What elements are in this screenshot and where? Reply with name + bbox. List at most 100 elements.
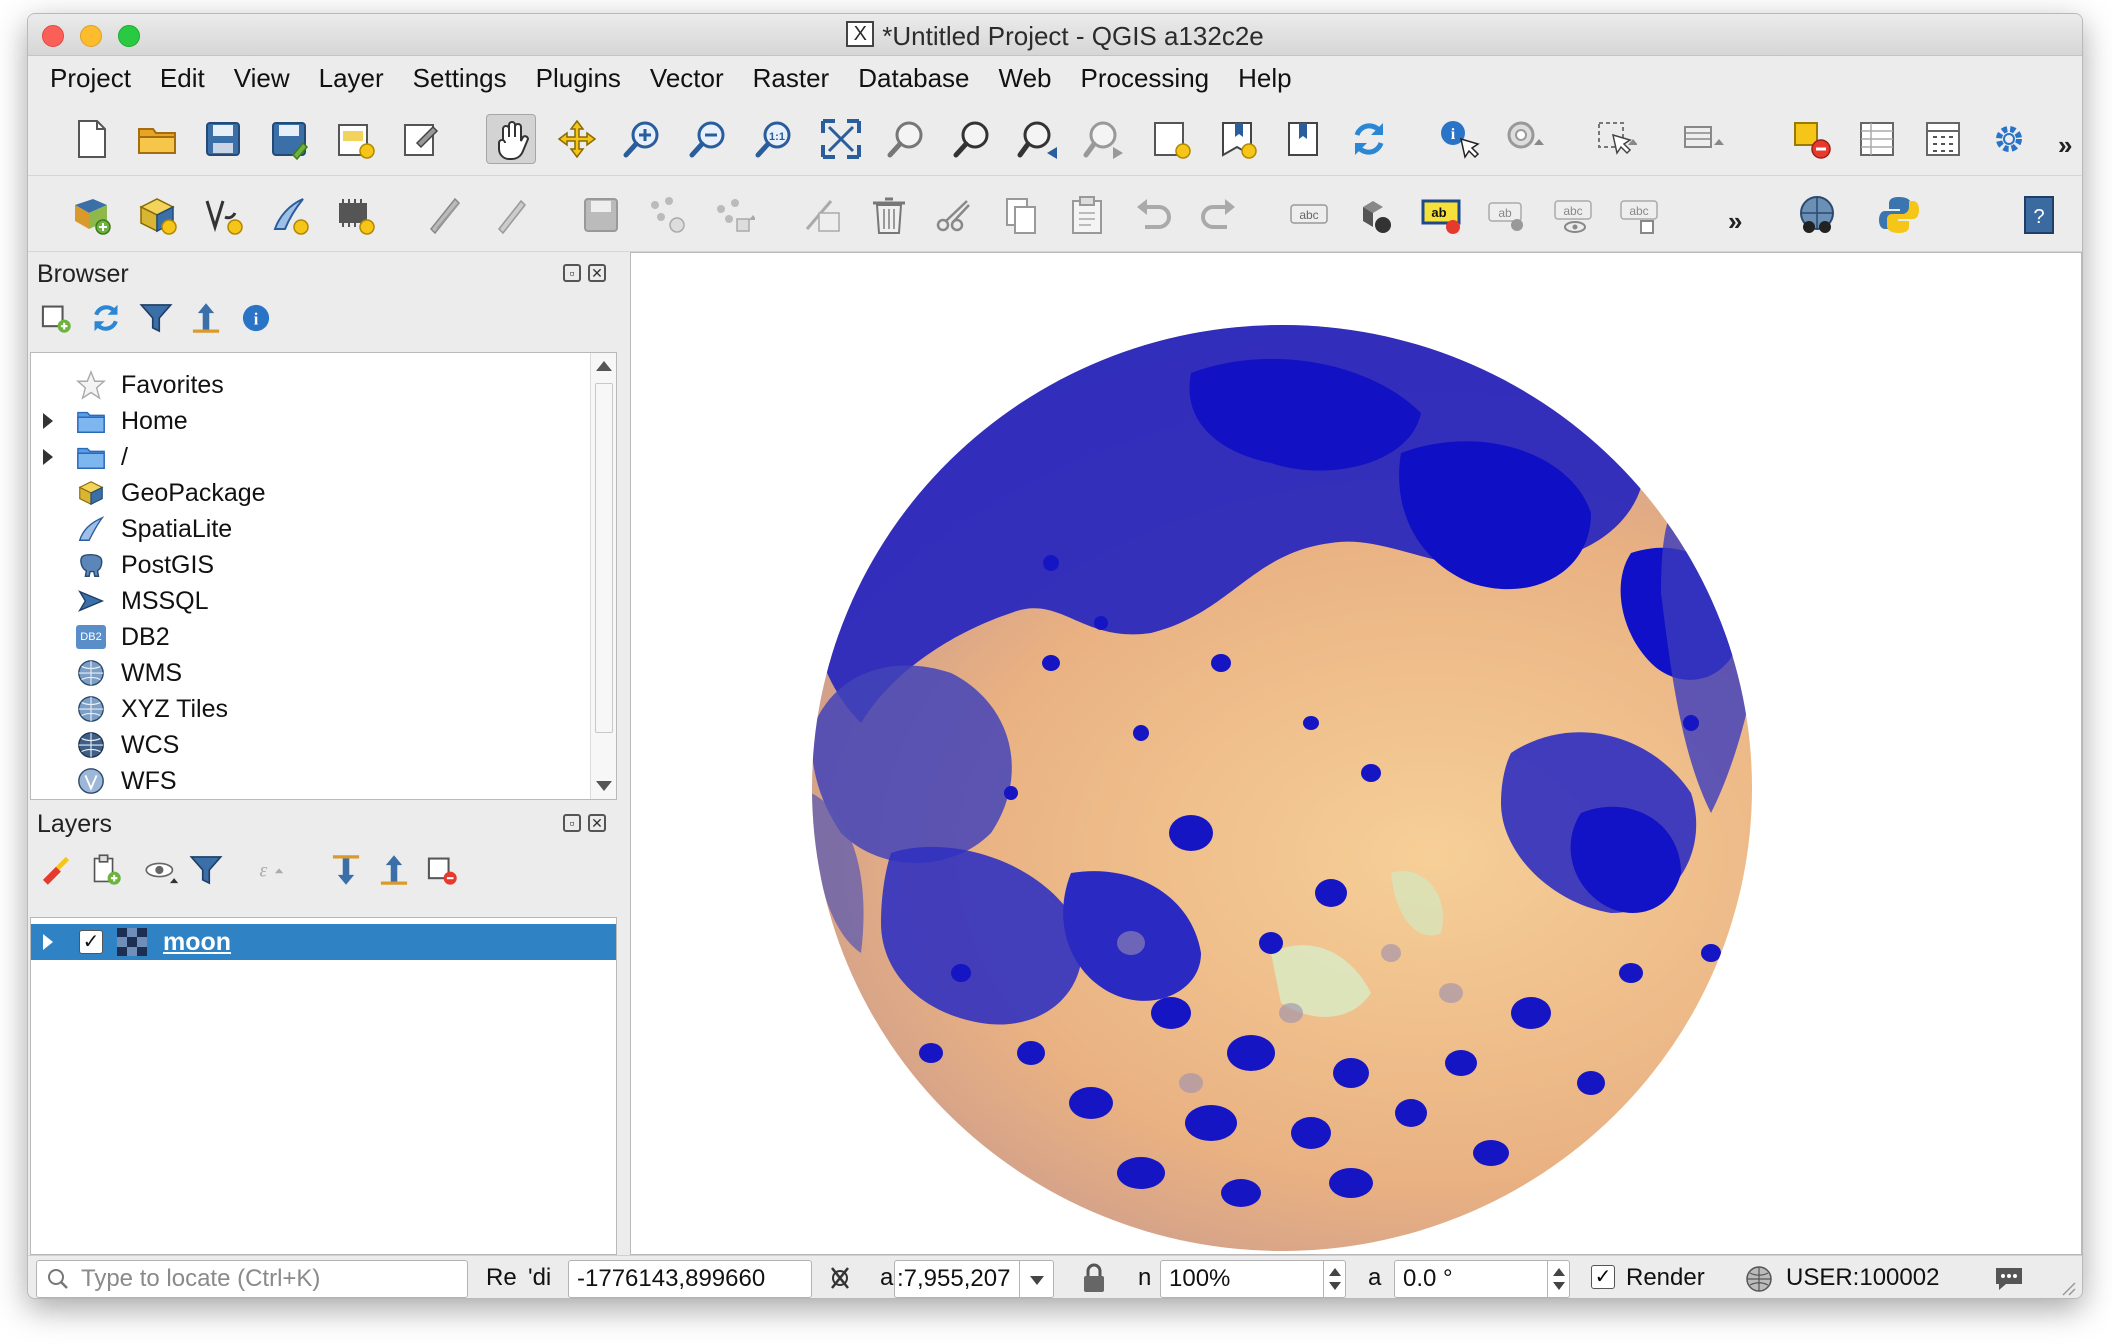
menu-settings[interactable]: Settings (413, 63, 507, 94)
layer-visibility-checkbox[interactable]: ✓ (79, 930, 103, 954)
browser-item-home[interactable]: Home (31, 403, 591, 439)
open-layer-styling-icon[interactable] (36, 850, 76, 890)
float-panel-icon[interactable]: ▫ (563, 264, 581, 282)
menu-web[interactable]: Web (999, 63, 1052, 94)
manage-map-themes-icon[interactable] (136, 850, 186, 890)
expand-arrow-icon[interactable] (43, 934, 53, 950)
identify-features-icon[interactable]: i (1434, 114, 1484, 164)
browser-item-wcs[interactable]: WCS (31, 727, 591, 763)
locator-search-field[interactable]: Type to locate (Ctrl+K) (36, 1260, 468, 1298)
pan-to-selection-icon[interactable] (552, 114, 602, 164)
crs-globe-icon[interactable] (1744, 1264, 1774, 1294)
menu-processing[interactable]: Processing (1081, 63, 1210, 94)
expand-all-icon[interactable] (326, 850, 366, 890)
open-attribute-table-icon[interactable] (1678, 114, 1728, 164)
delete-selected-icon[interactable] (864, 190, 914, 240)
save-project-icon[interactable] (198, 114, 248, 164)
toggle-extents-icon[interactable] (824, 1262, 856, 1294)
toolbar-overflow-2-icon[interactable]: » (1728, 206, 1742, 237)
add-selected-layers-icon[interactable] (36, 298, 76, 338)
resize-grip-icon[interactable] (2058, 1278, 2076, 1296)
browser-item-spatialite[interactable]: SpatiaLite (31, 511, 591, 547)
collapse-all-layers-icon[interactable] (374, 850, 414, 890)
new-map-view-icon[interactable] (1146, 114, 1196, 164)
zoom-full-icon[interactable] (816, 114, 866, 164)
refresh-browser-icon[interactable] (86, 298, 126, 338)
magnifier-spinner[interactable] (1323, 1261, 1345, 1297)
data-source-manager-icon[interactable] (66, 190, 116, 240)
map-canvas[interactable] (630, 252, 2082, 1255)
rotation-field[interactable]: 0.0 ° (1394, 1260, 1570, 1298)
highlight-pinned-labels-icon[interactable]: ab (1416, 190, 1466, 240)
lock-scale-icon[interactable] (1080, 1262, 1108, 1294)
browser-item-wfs[interactable]: WFS (31, 763, 591, 799)
menu-layer[interactable]: Layer (319, 63, 384, 94)
layer-diagram-options-icon[interactable] (1350, 190, 1400, 240)
scroll-up-icon[interactable] (596, 361, 612, 371)
browser-item-favorites[interactable]: Favorites (31, 367, 591, 403)
save-layer-edits-icon[interactable] (576, 190, 626, 240)
menu-help[interactable]: Help (1238, 63, 1291, 94)
plugin-globe-icon[interactable] (1792, 190, 1842, 240)
browser-item-xyz-tiles[interactable]: XYZ Tiles (31, 691, 591, 727)
browser-item-postgis[interactable]: PostGIS (31, 547, 591, 583)
pan-map-icon[interactable] (486, 114, 536, 164)
menu-edit[interactable]: Edit (160, 63, 205, 94)
copy-features-icon[interactable] (996, 190, 1046, 240)
pin-unpin-labels-icon[interactable]: ab (1482, 190, 1532, 240)
run-action-icon[interactable] (1500, 114, 1550, 164)
menu-vector[interactable]: Vector (650, 63, 724, 94)
layer-labeling-options-icon[interactable]: abc (1284, 190, 1334, 240)
deselect-all-icon[interactable] (1786, 114, 1836, 164)
toolbar-overflow-icon[interactable]: » (2058, 130, 2072, 161)
help-icon[interactable]: ? (2014, 190, 2064, 240)
menu-database[interactable]: Database (858, 63, 969, 94)
zoom-next-icon[interactable] (1080, 114, 1130, 164)
crs-label[interactable]: USER:100002 (1786, 1264, 1939, 1292)
zoom-to-selection-icon[interactable] (882, 114, 932, 164)
toggle-editing-icon[interactable] (486, 190, 536, 240)
collapse-all-icon[interactable] (186, 298, 226, 338)
zoom-last-icon[interactable] (1014, 114, 1064, 164)
undo-icon[interactable] (1128, 190, 1178, 240)
menu-plugins[interactable]: Plugins (536, 63, 621, 94)
refresh-icon[interactable] (1344, 114, 1394, 164)
vertex-tool-icon[interactable] (708, 190, 758, 240)
new-bookmark-icon[interactable] (1212, 114, 1262, 164)
new-spatialite-layer-icon[interactable] (264, 190, 314, 240)
coordinate-field[interactable]: -1776143,899660 (568, 1260, 812, 1298)
layout-manager-icon[interactable] (396, 114, 446, 164)
modify-attributes-icon[interactable] (798, 190, 848, 240)
new-geopackage-layer-icon[interactable] (132, 190, 182, 240)
save-as-icon[interactable] (264, 114, 314, 164)
close-panel-icon[interactable]: ✕ (588, 814, 606, 832)
open-project-icon[interactable] (132, 114, 182, 164)
add-group-icon[interactable] (86, 850, 126, 890)
menu-raster[interactable]: Raster (753, 63, 830, 94)
float-panel-icon[interactable]: ▫ (563, 814, 581, 832)
add-point-feature-icon[interactable] (642, 190, 692, 240)
scroll-down-icon[interactable] (596, 781, 612, 791)
cut-features-icon[interactable] (930, 190, 980, 240)
expand-arrow-icon[interactable] (43, 413, 53, 429)
statistics-table-icon[interactable] (1852, 114, 1902, 164)
close-panel-icon[interactable]: ✕ (588, 264, 606, 282)
move-label-icon[interactable]: abc (1614, 190, 1664, 240)
show-hide-labels-icon[interactable]: abc (1548, 190, 1598, 240)
browser-item-geopackage[interactable]: GeoPackage (31, 475, 591, 511)
menu-project[interactable]: Project (50, 63, 131, 94)
menu-view[interactable]: View (234, 63, 290, 94)
select-features-icon[interactable] (1590, 114, 1640, 164)
layer-item-moon[interactable]: ✓ moon (31, 924, 616, 960)
new-temporary-layer-icon[interactable] (330, 190, 380, 240)
python-console-icon[interactable] (1874, 190, 1924, 240)
zoom-native-icon[interactable]: 1:1 (750, 114, 800, 164)
browser-item-mssql[interactable]: MSSQL (31, 583, 591, 619)
zoom-out-icon[interactable] (684, 114, 734, 164)
scrollbar-thumb[interactable] (595, 383, 613, 733)
scale-field[interactable]: :7,955,207 (894, 1260, 1054, 1298)
new-print-layout-icon[interactable] (330, 114, 380, 164)
new-shapefile-layer-icon[interactable] (198, 190, 248, 240)
redo-icon[interactable] (1194, 190, 1244, 240)
remove-layer-icon[interactable] (422, 850, 462, 890)
